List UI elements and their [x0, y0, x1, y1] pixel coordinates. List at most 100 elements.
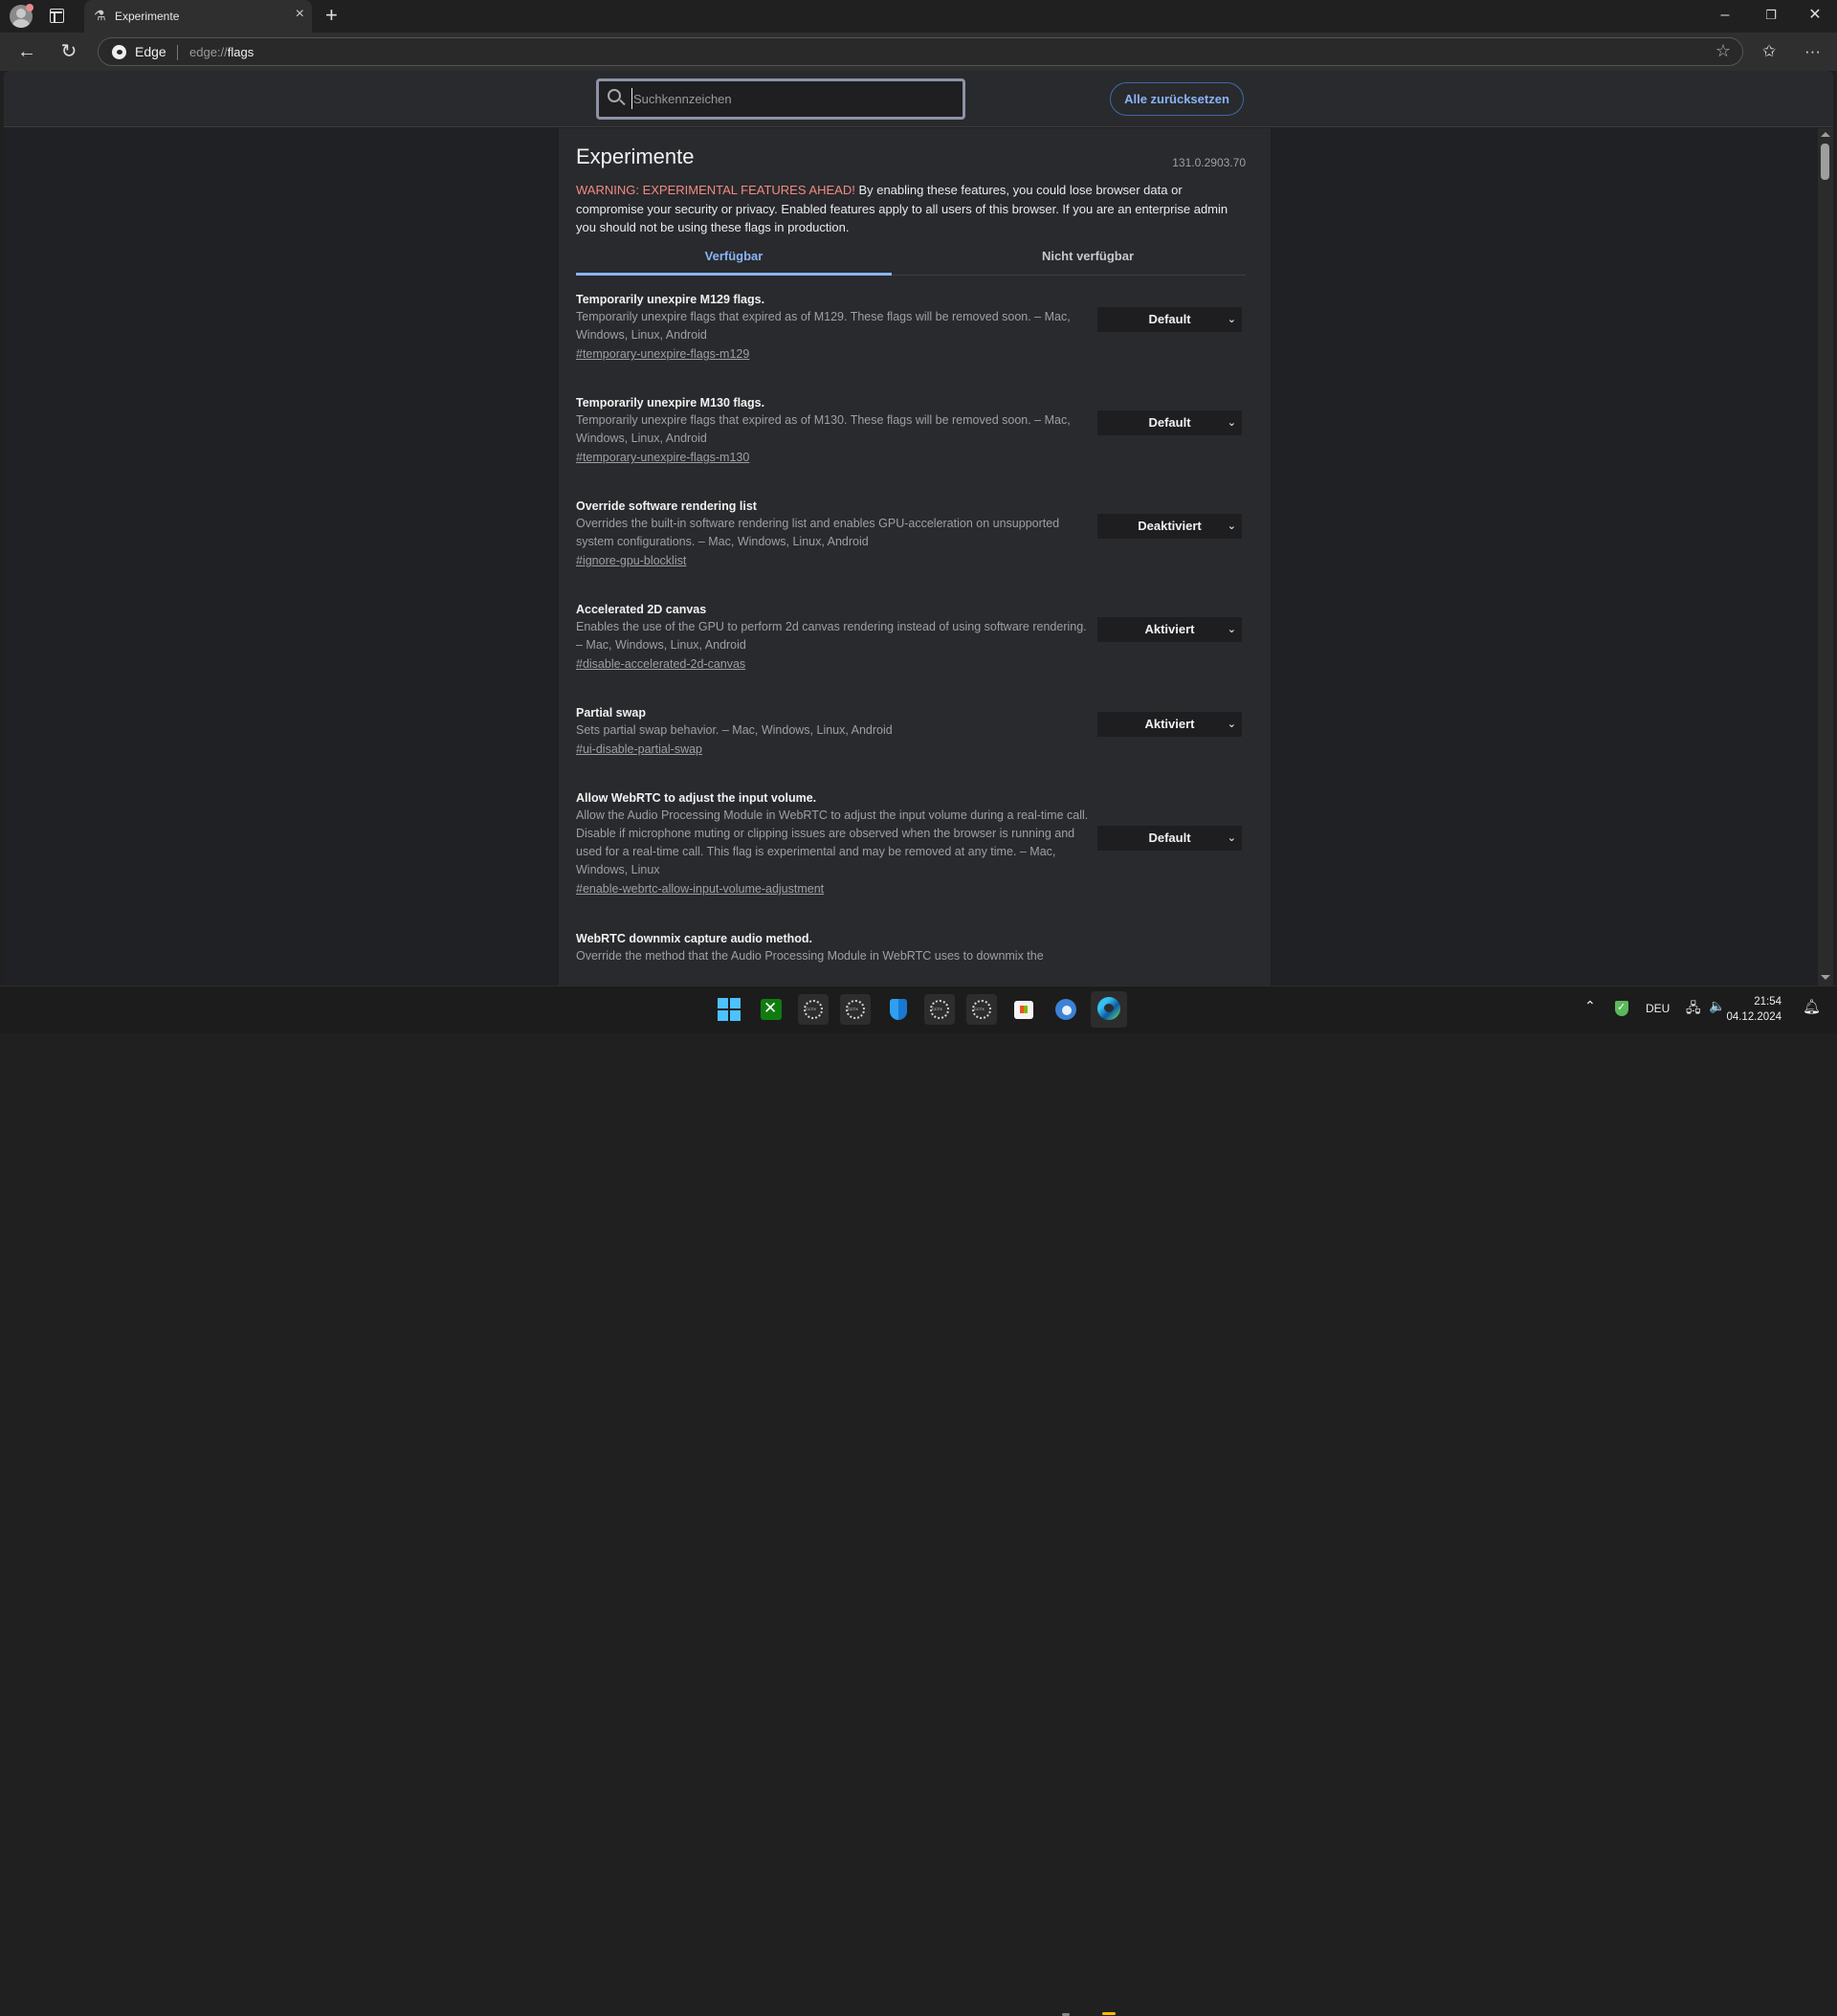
minimize-button[interactable]: – — [1711, 6, 1739, 25]
address-url[interactable]: edge://flags — [189, 45, 254, 59]
profile-notification-dot — [26, 4, 33, 11]
network-icon[interactable]: 🖧 — [1686, 998, 1701, 1021]
clock[interactable]: 21:54 04.12.2024 — [1726, 994, 1782, 1025]
reset-all-button[interactable]: Alle zurücksetzen — [1110, 82, 1244, 116]
flag-item: Partial swap Sets partial swap behavior.… — [576, 704, 1246, 759]
flag-item: Temporarily unexpire M129 flags. Tempora… — [576, 291, 1246, 364]
cctx-icon[interactable] — [966, 994, 997, 1025]
scrollbar-thumb[interactable] — [1821, 144, 1829, 180]
tab-experimente[interactable]: ⚗ Experimente × — [84, 0, 312, 33]
flag-select-value: Deaktiviert — [1138, 519, 1202, 533]
cctx-icon[interactable] — [924, 994, 955, 1025]
close-tab-icon[interactable]: × — [296, 7, 304, 22]
warning-text: WARNING: EXPERIMENTAL FEATURES AHEAD! By… — [576, 181, 1246, 237]
url-host: flags — [227, 45, 255, 59]
more-menu-icon[interactable]: ··· — [1804, 38, 1821, 65]
flag-item: Allow WebRTC to adjust the input volume.… — [576, 789, 1246, 898]
flag-select[interactable]: Deaktiviert ⌄ — [1097, 514, 1242, 539]
flag-description: Enables the use of the GPU to perform 2d… — [576, 620, 1087, 652]
restore-button[interactable]: ❐ — [1757, 6, 1785, 25]
flag-select-value: Aktiviert — [1144, 622, 1195, 636]
new-tab-button[interactable]: + — [325, 4, 338, 27]
flag-name: Temporarily unexpire M129 flags. — [576, 293, 765, 306]
flag-select[interactable]: Default ⌄ — [1097, 410, 1242, 435]
flags-content: Experimente 131.0.2903.70 WARNING: EXPER… — [559, 128, 1271, 986]
flask-icon: ⚗ — [94, 8, 106, 23]
page-title: Experimente — [576, 144, 695, 168]
scroll-up-arrow-icon[interactable] — [1821, 132, 1830, 137]
chevron-down-icon: ⌄ — [1227, 314, 1236, 325]
close-window-button[interactable]: ✕ — [1801, 6, 1829, 25]
flags-header: Alle zurücksetzen — [4, 71, 1833, 127]
chrome-icon[interactable] — [1051, 994, 1081, 1025]
edge-icon[interactable] — [1091, 991, 1127, 1028]
flag-link[interactable]: #temporary-unexpire-flags-m130 — [576, 448, 749, 467]
url-prefix: edge:// — [189, 45, 228, 59]
chevron-down-icon: ⌄ — [1227, 832, 1236, 844]
back-icon[interactable]: ← — [13, 38, 40, 65]
flag-select-value: Default — [1148, 831, 1191, 845]
flag-item: Accelerated 2D canvas Enables the use of… — [576, 601, 1246, 674]
favorites-icon[interactable]: ✩ — [1762, 38, 1776, 65]
flag-name: WebRTC downmix capture audio method. — [576, 932, 813, 945]
tab-available[interactable]: Verfügbar — [576, 243, 892, 276]
flag-description: Temporarily unexpire flags that expired … — [576, 310, 1071, 342]
flag-link[interactable]: #enable-webrtc-allow-input-volume-adjust… — [576, 879, 824, 898]
language-indicator[interactable]: DEU — [1646, 1002, 1670, 1015]
flag-select[interactable]: Default ⌄ — [1097, 307, 1242, 332]
flag-name: Override software rendering list — [576, 499, 757, 513]
flag-description: Sets partial swap behavior. – Mac, Windo… — [576, 723, 893, 737]
flags-page: Alle zurücksetzen Experimente 131.0.2903… — [4, 71, 1833, 986]
version-label: 131.0.2903.70 — [1172, 156, 1246, 169]
flag-item: WebRTC downmix capture audio method. Ove… — [576, 930, 1246, 965]
chevron-down-icon: ⌄ — [1227, 417, 1236, 429]
page-scrollbar[interactable] — [1818, 128, 1833, 986]
flag-link[interactable]: #ignore-gpu-blocklist — [576, 551, 686, 570]
flag-name: Allow WebRTC to adjust the input volume. — [576, 791, 817, 805]
cctx-icon[interactable] — [840, 994, 871, 1025]
cctx-icon[interactable] — [798, 994, 829, 1025]
flag-item: Override software rendering list Overrid… — [576, 498, 1246, 570]
flag-tabs: Verfügbar Nicht verfügbar — [576, 243, 1246, 276]
address-bar[interactable]: Edge edge://flags ☆ — [98, 37, 1743, 66]
scroll-down-arrow-icon[interactable] — [1821, 975, 1830, 980]
chevron-down-icon: ⌄ — [1227, 521, 1236, 532]
navigation-bar: ← ↻ Edge edge://flags ☆ ✩ ··· — [0, 33, 1837, 71]
taskbar: ⌃ DEU 🖧 🔈 21:54 04.12.2024 🔔︎ — [0, 986, 1837, 2016]
chevron-down-icon: ⌄ — [1227, 719, 1236, 730]
flag-description: Allow the Audio Processing Module in Web… — [576, 809, 1089, 876]
refresh-icon[interactable]: ↻ — [55, 38, 82, 65]
flag-description: Overrides the built-in software renderin… — [576, 517, 1060, 548]
flag-select[interactable]: Aktiviert ⌄ — [1097, 712, 1242, 737]
flag-select-value: Default — [1148, 415, 1191, 430]
flag-link[interactable]: #ui-disable-partial-swap — [576, 740, 702, 759]
search-box[interactable] — [596, 78, 965, 120]
tab-actions-icon[interactable] — [50, 9, 64, 23]
xbox-icon[interactable] — [756, 994, 786, 1025]
clock-date: 04.12.2024 — [1726, 1011, 1782, 1023]
flag-name: Accelerated 2D canvas — [576, 603, 707, 616]
title-bar: ⚗ Experimente × + – ❐ ✕ — [0, 0, 1837, 33]
warning-prefix: WARNING: EXPERIMENTAL FEATURES AHEAD! — [576, 183, 855, 197]
volume-icon[interactable]: 🔈 — [1709, 998, 1725, 1014]
flag-select-value: Default — [1148, 312, 1191, 326]
favorite-star-icon[interactable]: ☆ — [1715, 41, 1731, 61]
flag-select[interactable]: Aktiviert ⌄ — [1097, 617, 1242, 642]
defender-icon[interactable] — [882, 994, 913, 1025]
start-icon[interactable] — [714, 994, 744, 1025]
tab-unavailable[interactable]: Nicht verfügbar — [930, 243, 1246, 276]
flag-link[interactable]: #temporary-unexpire-flags-m129 — [576, 344, 749, 364]
security-shield-icon[interactable] — [1615, 1001, 1628, 1016]
notification-bell-icon[interactable]: 🔔︎ — [1803, 998, 1821, 1015]
tab-title: Experimente — [115, 10, 180, 23]
search-icon — [608, 89, 621, 102]
search-input[interactable] — [631, 88, 947, 109]
chevron-down-icon: ⌄ — [1227, 624, 1236, 635]
flag-name: Temporarily unexpire M130 flags. — [576, 396, 765, 410]
store-icon[interactable] — [1008, 994, 1039, 1025]
flag-link[interactable]: #disable-accelerated-2d-canvas — [576, 654, 745, 674]
tray-overflow-chevron-icon[interactable]: ⌃ — [1584, 998, 1596, 1014]
flag-description: Temporarily unexpire flags that expired … — [576, 413, 1071, 445]
edge-active-indicator — [1102, 2012, 1116, 2015]
flag-select[interactable]: Default ⌄ — [1097, 826, 1242, 851]
